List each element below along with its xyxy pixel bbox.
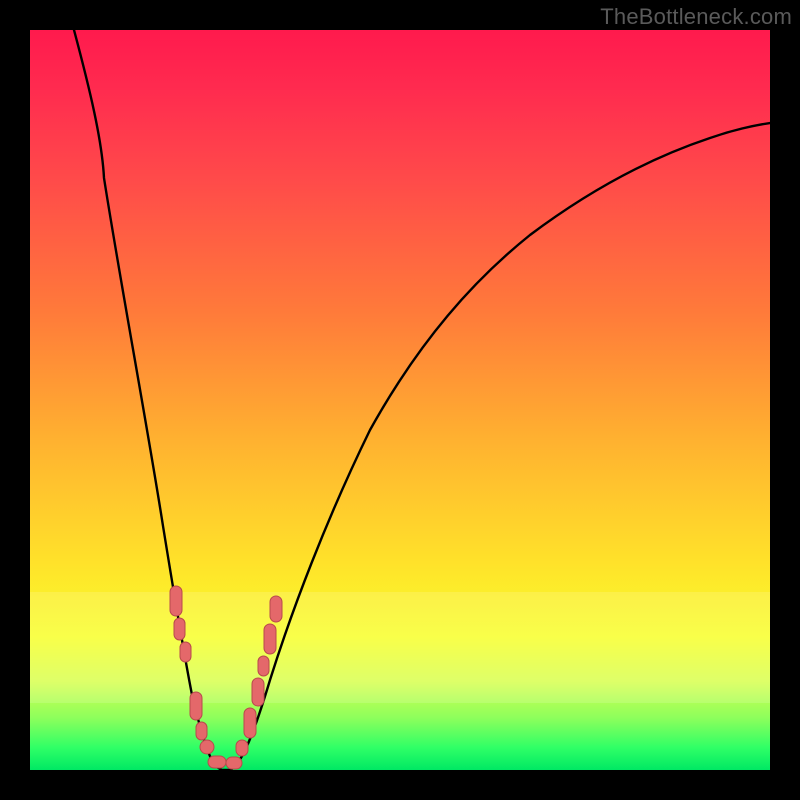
- marker: [252, 678, 264, 706]
- marker: [200, 740, 214, 754]
- watermark-label: TheBottleneck.com: [600, 4, 792, 30]
- marker: [244, 708, 256, 738]
- bottleneck-curve: [30, 30, 770, 770]
- marker: [196, 722, 207, 740]
- curve-path: [74, 30, 770, 770]
- marker: [264, 624, 276, 654]
- marker: [270, 596, 282, 622]
- marker: [236, 740, 248, 756]
- marker: [170, 586, 182, 616]
- marker: [258, 656, 269, 676]
- chart-frame: TheBottleneck.com: [0, 0, 800, 800]
- plot-area: [30, 30, 770, 770]
- marker: [190, 692, 202, 720]
- marker: [208, 756, 226, 768]
- marker: [180, 642, 191, 662]
- marker: [174, 618, 185, 640]
- marker-group: [170, 586, 282, 769]
- marker: [226, 757, 242, 769]
